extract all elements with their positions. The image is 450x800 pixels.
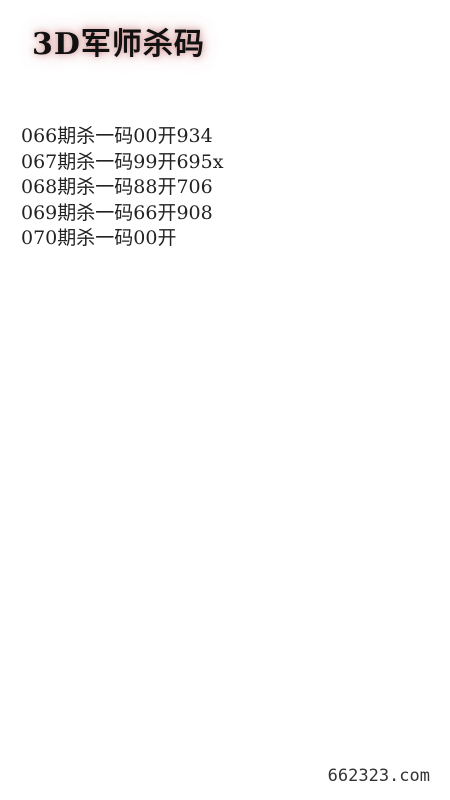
list-item: 066期杀一码00开934 bbox=[21, 125, 213, 147]
list-item: 069期杀一码66开908 bbox=[21, 201, 213, 224]
list-item: 070期杀一码00开 bbox=[21, 227, 177, 249]
page-title: 3D军师杀码 bbox=[32, 27, 205, 62]
list-item: 068期杀一码88开706 bbox=[21, 176, 213, 198]
prediction-list: 066期杀一码00开934 067期杀一码99开695x 068期杀一码88开7… bbox=[21, 124, 223, 252]
page: 3D军师杀码 066期杀一码00开934 067期杀一码99开695x 068期… bbox=[0, 0, 450, 800]
site-watermark: 662323.com bbox=[327, 766, 430, 786]
list-item: 067期杀一码99开695x bbox=[21, 150, 224, 173]
